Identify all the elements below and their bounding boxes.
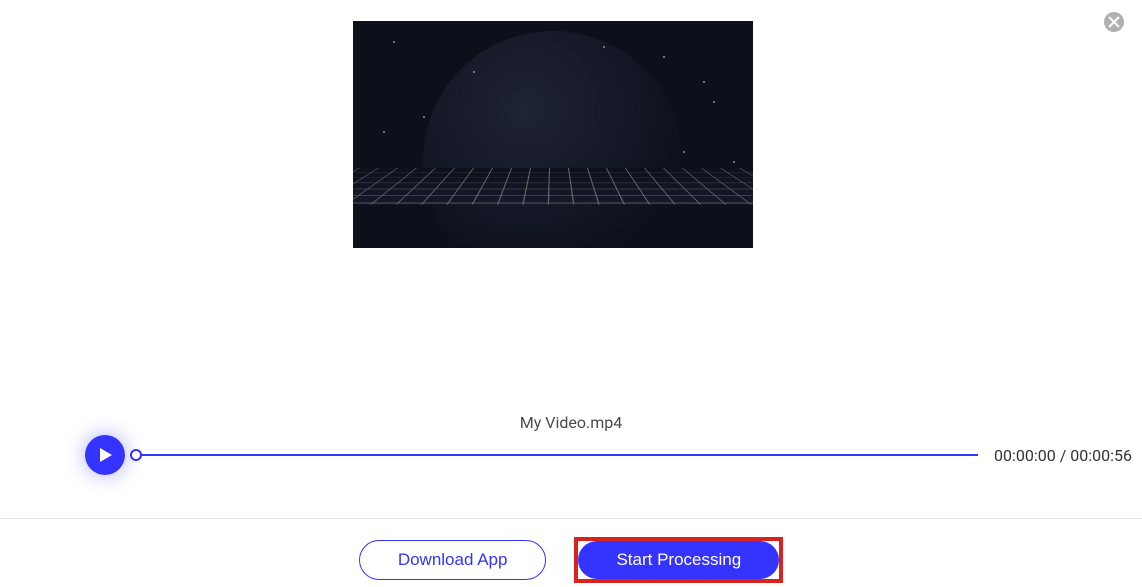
video-preview[interactable]	[353, 21, 753, 248]
close-button[interactable]	[1104, 12, 1124, 32]
start-processing-highlight: Start Processing	[574, 537, 783, 583]
download-app-button[interactable]: Download App	[359, 540, 547, 580]
timeline-handle[interactable]	[130, 449, 142, 461]
play-icon	[99, 448, 113, 462]
play-button[interactable]	[85, 435, 125, 475]
time-separator: /	[1056, 446, 1071, 465]
time-current: 00:00:00	[994, 446, 1056, 465]
actions-bar: Download App Start Processing	[0, 537, 1142, 583]
player-controls: 00:00:00 / 00:00:56	[85, 435, 1132, 475]
time-display: 00:00:00 / 00:00:56	[994, 446, 1132, 465]
preview-stars	[353, 21, 753, 248]
divider	[0, 518, 1142, 519]
preview-grid	[353, 168, 753, 205]
timeline-track[interactable]	[135, 454, 978, 456]
start-processing-button[interactable]: Start Processing	[578, 541, 779, 579]
close-icon	[1108, 16, 1120, 28]
filename-label: My Video.mp4	[0, 413, 1142, 432]
time-total: 00:00:56	[1070, 446, 1132, 465]
